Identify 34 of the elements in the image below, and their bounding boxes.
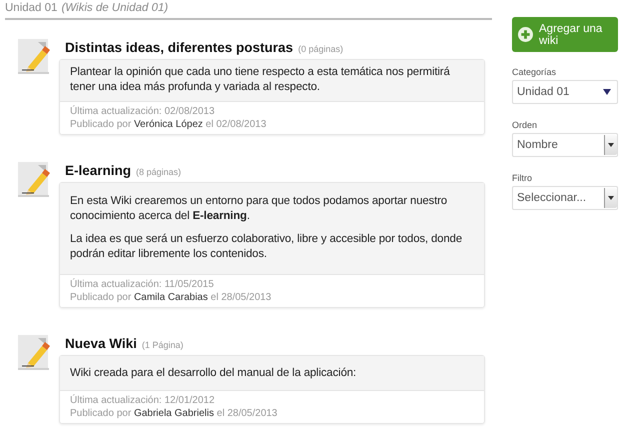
- wiki-title[interactable]: Distintas ideas, diferentes posturas: [65, 40, 294, 55]
- dropdown[interactable]: Unidad 01: [512, 80, 618, 104]
- published-by: Publicado por Verónica López el 02/08/2013: [70, 118, 268, 131]
- page-count: (1 Página): [142, 340, 184, 350]
- published-by: Publicado por Camila Carabias el 28/05/2013: [70, 292, 272, 304]
- dropdown-toggle[interactable]: [604, 135, 617, 155]
- wiki-description: Wiki creada para el desarrollo del manual de la aplicación:: [70, 366, 358, 381]
- dropdown[interactable]: Nombre: [512, 133, 618, 157]
- pencil-note-icon: [18, 335, 52, 371]
- add-wiki-button[interactable]: Agregar una wiki: [512, 17, 618, 52]
- page-count: (8 páginas): [136, 167, 182, 177]
- dropdown[interactable]: Seleccionar...: [512, 186, 618, 210]
- caret-icon: [608, 196, 614, 200]
- wiki-description: La idea es que será un esfuerzo colaborativo, libre y accesible por todos, donde podrán editar libremente los contenidos.: [70, 232, 464, 262]
- last-updated: Última actualización: 12/01/2012: [70, 395, 216, 408]
- caret-icon: [603, 89, 611, 95]
- filter-label: Filtro: [512, 173, 533, 183]
- wiki-title[interactable]: Nueva Wiki: [65, 336, 137, 351]
- filter-label: Categorías: [512, 67, 558, 77]
- plus-icon: [518, 27, 533, 42]
- dropdown-toggle[interactable]: [604, 188, 617, 208]
- wiki-description: Plantear la opinión que cada uno tiene respecto a esta temática nos permitirá tener una idea más profunda y variada al respecto.: [70, 65, 451, 95]
- section-subtitle: (Wikis de Unidad 01): [61, 2, 168, 14]
- wiki-title[interactable]: E-learning: [65, 163, 132, 178]
- page-count: (0 páginas): [298, 44, 344, 54]
- section-title: Unidad 01: [5, 2, 58, 14]
- wiki-description: En esta Wiki crearemos un entorno para que todos podamos aportar nuestro conocimiento acerca del E-learning.: [70, 194, 448, 224]
- filter-label: Orden: [512, 120, 538, 130]
- pencil-note-icon: [18, 162, 52, 198]
- published-by: Publicado por Gabriela Gabrielis el 28/05/2013: [70, 408, 278, 420]
- last-updated: Última actualización: 02/08/2013: [70, 106, 216, 118]
- pencil-note-icon: [18, 39, 52, 75]
- last-updated: Última actualización: 11/05/2015: [70, 279, 215, 292]
- caret-icon: [608, 143, 614, 147]
